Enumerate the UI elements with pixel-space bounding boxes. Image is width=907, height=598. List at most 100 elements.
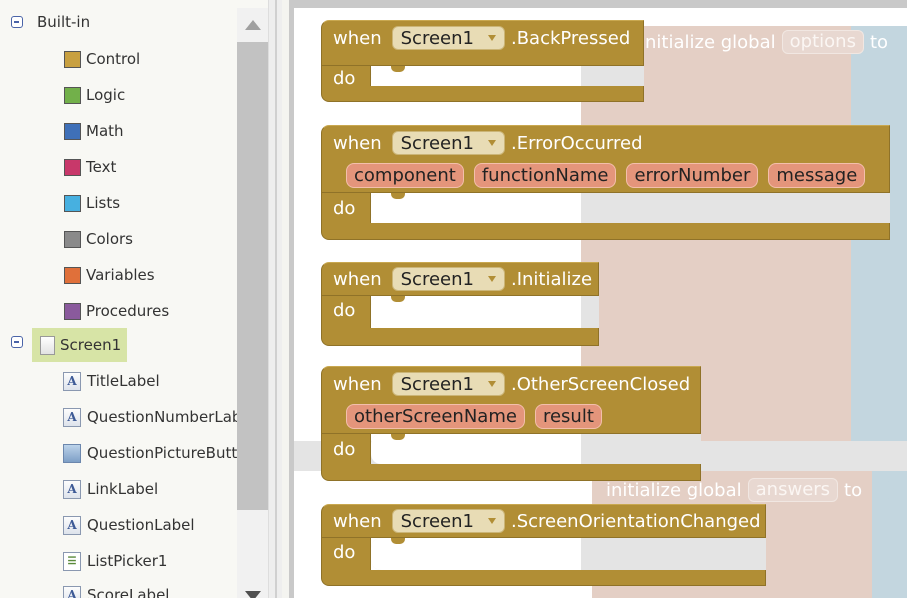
do-keyword: do — [333, 198, 356, 219]
logic-swatch-icon — [64, 86, 81, 104]
builtin-collapse-toggle[interactable] — [11, 16, 23, 28]
event-block-erroroccurred[interactable]: when Screen1 .ErrorOccurred component fu… — [321, 125, 890, 240]
event-header: when Screen1 .BackPressed — [333, 25, 630, 51]
when-keyword: when — [333, 373, 382, 395]
tree-item-scorelabel[interactable]: A ScoreLabel — [63, 580, 169, 598]
component-dropdown[interactable]: Screen1 — [391, 131, 505, 155]
tree-item-logic[interactable]: Logic — [64, 80, 125, 110]
blocks-tree-panel: Built-in Control Logic Math Text Lists C… — [0, 0, 268, 598]
event-name: .ScreenOrientationChanged — [510, 510, 761, 532]
tree-item-math[interactable]: Math — [64, 116, 124, 146]
event-name: .Initialize — [510, 268, 593, 290]
param-errornumber[interactable]: errorNumber — [626, 162, 759, 188]
component-dropdown-value: Screen1 — [400, 510, 474, 532]
event-block-backpressed[interactable]: when Screen1 .BackPressed do — [321, 20, 644, 102]
blocks-workspace[interactable]: initialize global options to initialize … — [289, 0, 907, 598]
label-icon: A — [63, 407, 81, 427]
tree-item-listpicker1[interactable]: ☰ ListPicker1 — [63, 546, 167, 576]
tree-item-label: Variables — [86, 266, 155, 284]
tree-item-label: Control — [86, 50, 141, 68]
event-block-screenorientationchanged[interactable]: when Screen1 .ScreenOrientationChanged d… — [321, 504, 766, 586]
component-dropdown-value: Screen1 — [400, 27, 474, 49]
dropdown-arrow-icon — [487, 518, 496, 524]
do-keyword: do — [333, 68, 356, 89]
tree-item-builtin[interactable]: Built-in — [37, 7, 90, 37]
tree-item-label: Procedures — [86, 302, 170, 320]
scroll-down-arrow-icon[interactable] — [245, 591, 261, 598]
tree-item-label: ListPicker1 — [87, 552, 168, 570]
label-icon: A — [63, 585, 81, 598]
event-params: otherScreenName result — [346, 403, 612, 429]
event-header: when Screen1 .ScreenOrientationChanged — [333, 508, 761, 534]
workspace-canvas[interactable]: initialize global options to initialize … — [294, 8, 907, 598]
event-params: component functionName errorNumber messa… — [346, 162, 875, 188]
tree-item-label: Built-in — [37, 13, 91, 31]
do-keyword: do — [333, 439, 356, 460]
param-component[interactable]: component — [346, 162, 464, 188]
ghost-suffix: to — [869, 31, 889, 53]
tree-item-label: QuestionPictureButton — [87, 444, 256, 462]
tree-item-control[interactable]: Control — [64, 44, 140, 74]
event-block-initialize[interactable]: when Screen1 .Initialize do — [321, 262, 599, 346]
listpicker-icon: ☰ — [63, 551, 81, 571]
tree-item-titlelabel[interactable]: A TitleLabel — [63, 366, 160, 396]
tree-item-label: TitleLabel — [87, 372, 160, 390]
component-dropdown-value: Screen1 — [400, 132, 474, 154]
tree-item-screen1[interactable]: Screen1 — [32, 328, 128, 362]
scroll-thumb[interactable] — [237, 42, 268, 510]
component-dropdown[interactable]: Screen1 — [391, 26, 505, 50]
component-dropdown-value: Screen1 — [400, 268, 474, 290]
tree-item-questionlabel[interactable]: A QuestionLabel — [63, 510, 195, 540]
screen-icon — [40, 335, 55, 355]
when-keyword: when — [333, 510, 382, 532]
ghost-prefix: initialize global — [640, 31, 776, 53]
colors-swatch-icon — [64, 230, 81, 248]
tree-item-questionpicturebutton[interactable]: QuestionPictureButton — [63, 438, 256, 468]
ghost-prefix: initialize global — [606, 479, 742, 501]
when-keyword: when — [333, 132, 382, 154]
tree-item-text[interactable]: Text — [64, 152, 116, 182]
component-dropdown-value: Screen1 — [400, 373, 474, 395]
tree-item-label: ScoreLabel — [87, 586, 170, 598]
when-keyword: when — [333, 27, 382, 49]
param-result[interactable]: result — [534, 403, 602, 429]
variables-swatch-icon — [64, 266, 81, 284]
panel-divider[interactable] — [268, 0, 282, 598]
label-icon: A — [63, 515, 81, 535]
component-dropdown[interactable]: Screen1 — [391, 267, 505, 291]
component-dropdown[interactable]: Screen1 — [391, 509, 505, 533]
param-functionname[interactable]: functionName — [473, 162, 617, 188]
label-icon: A — [63, 371, 81, 391]
dropdown-arrow-icon — [487, 381, 496, 387]
tree-item-colors[interactable]: Colors — [64, 224, 133, 254]
tree-scrollbar[interactable] — [237, 8, 268, 598]
tree-item-variables[interactable]: Variables — [64, 260, 155, 290]
dropdown-arrow-icon — [487, 140, 496, 146]
text-swatch-icon — [64, 158, 81, 176]
when-keyword: when — [333, 268, 382, 290]
event-name: .BackPressed — [510, 27, 631, 49]
tree-item-label: QuestionNumberLabel — [87, 408, 255, 426]
tree-item-label: Math — [86, 122, 124, 140]
tree-item-questionnumberlabel[interactable]: A QuestionNumberLabel — [63, 402, 255, 432]
dropdown-arrow-icon — [487, 35, 496, 41]
scroll-up-arrow-icon[interactable] — [245, 20, 261, 30]
lists-swatch-icon — [64, 194, 81, 212]
event-header: when Screen1 .ErrorOccurred — [333, 130, 643, 156]
tree-item-label: Screen1 — [60, 336, 122, 354]
tree-item-lists[interactable]: Lists — [64, 188, 120, 218]
tree-item-procedures[interactable]: Procedures — [64, 296, 169, 326]
math-swatch-icon — [64, 122, 81, 140]
image-button-icon — [63, 443, 81, 463]
screen1-collapse-toggle[interactable] — [11, 336, 23, 348]
do-keyword: do — [333, 542, 356, 563]
component-dropdown[interactable]: Screen1 — [391, 372, 505, 396]
tree-item-label: QuestionLabel — [87, 516, 195, 534]
event-block-otherscreenclosed[interactable]: when Screen1 .OtherScreenClosed otherScr… — [321, 366, 701, 481]
event-header: when Screen1 .Initialize — [333, 266, 592, 292]
param-message[interactable]: message — [768, 162, 866, 188]
do-keyword: do — [333, 300, 356, 321]
event-name: .ErrorOccurred — [510, 132, 643, 154]
param-otherscreenname[interactable]: otherScreenName — [346, 403, 525, 429]
tree-item-linklabel[interactable]: A LinkLabel — [63, 474, 158, 504]
